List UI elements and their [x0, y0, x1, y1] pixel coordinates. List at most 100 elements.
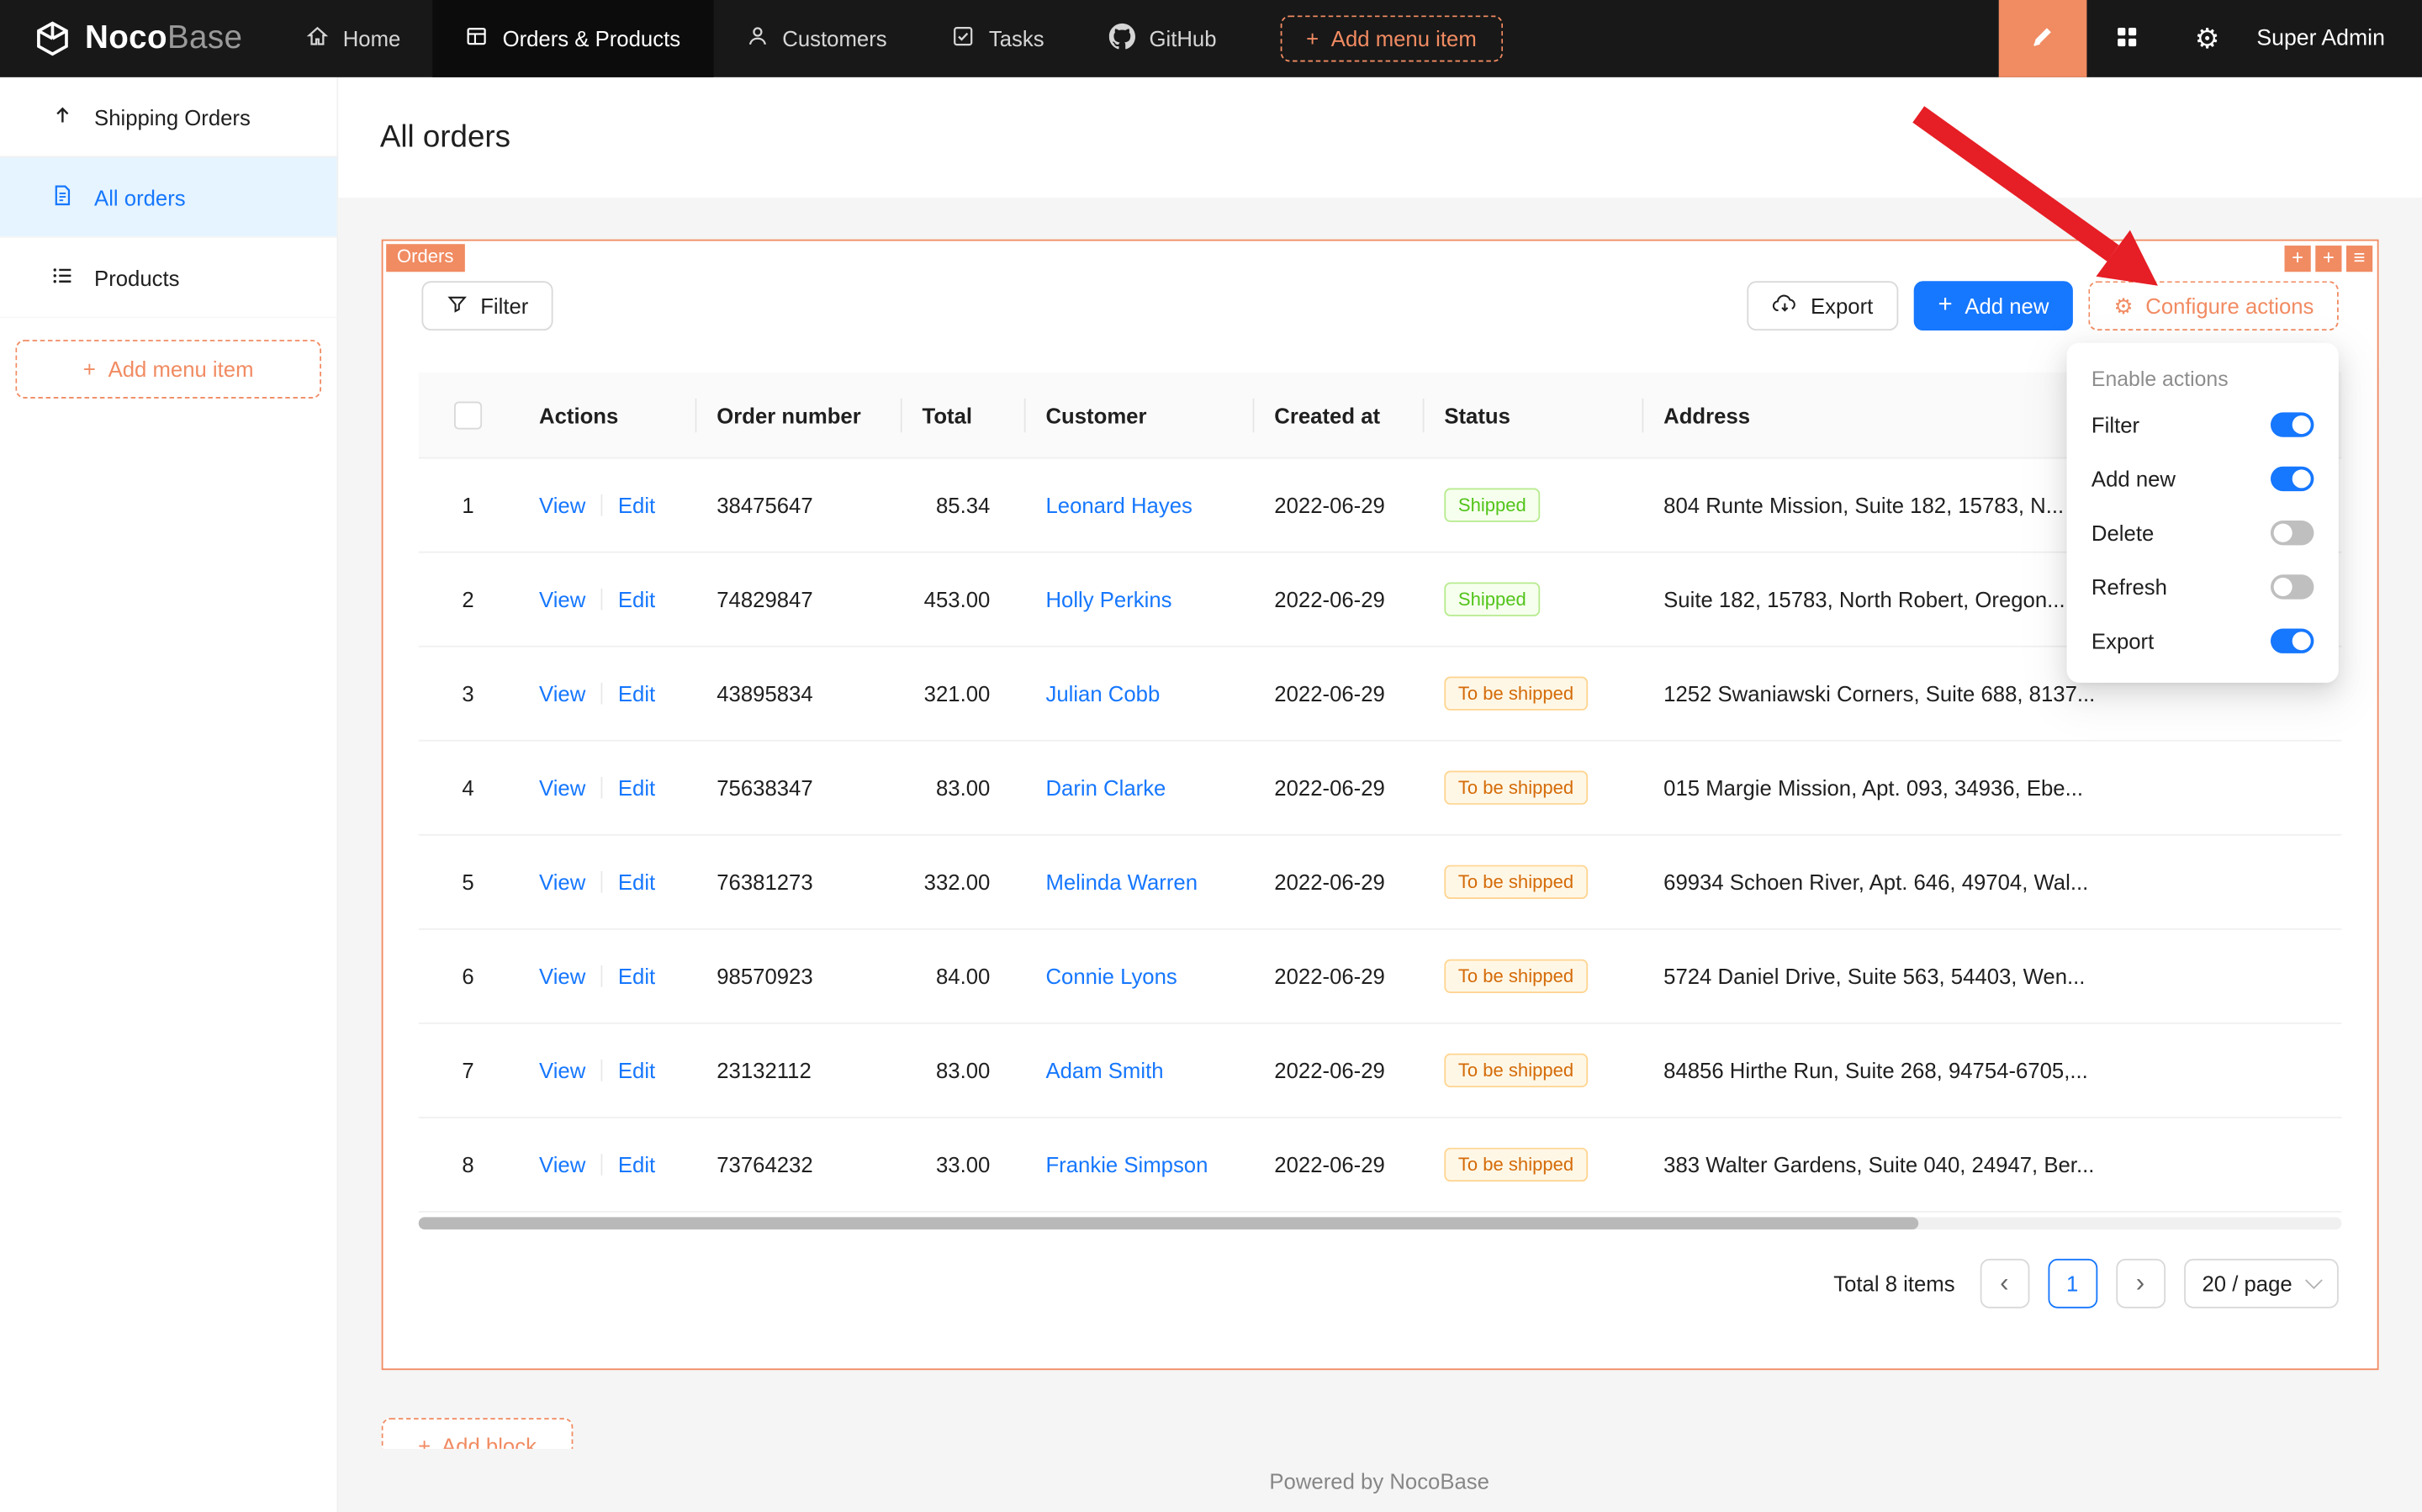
row-actions: View Edit	[517, 775, 695, 800]
edit-link[interactable]: Edit	[618, 493, 655, 517]
customer-cell: Melinda Warren	[1024, 870, 1253, 894]
dropdown-item-refresh[interactable]: Refresh	[2091, 559, 2314, 613]
customer-link[interactable]: Holly Perkins	[1045, 587, 1171, 611]
delete-toggle[interactable]	[2271, 520, 2314, 544]
created-at-cell: 2022-06-29	[1253, 681, 1423, 706]
status-badge: To be shipped	[1444, 960, 1587, 993]
page-1-button[interactable]: 1	[2048, 1259, 2097, 1308]
filter-toggle[interactable]	[2271, 411, 2314, 436]
drag-add-icon[interactable]: +	[2285, 246, 2311, 272]
view-link[interactable]: View	[539, 870, 585, 894]
status-badge: To be shipped	[1444, 771, 1587, 805]
customer-link[interactable]: Connie Lyons	[1045, 964, 1177, 988]
configure-actions-button[interactable]: ⚙ Configure actions	[2089, 281, 2339, 330]
status-badge: Shipped	[1444, 582, 1540, 616]
refresh-toggle[interactable]	[2271, 574, 2314, 598]
arrow-up-icon	[51, 103, 75, 130]
dropdown-item-add-new[interactable]: Add new	[2091, 451, 2314, 505]
nav-item-orders-products[interactable]: Orders & Products	[433, 0, 713, 77]
view-link[interactable]: View	[539, 964, 585, 988]
block-menu-icon[interactable]: ≡	[2346, 246, 2372, 272]
sidebar-item-shipping-orders[interactable]: Shipping Orders	[0, 77, 336, 158]
orders-doc-icon	[51, 183, 75, 211]
edit-link[interactable]: Edit	[618, 1152, 655, 1176]
nav-item-customers[interactable]: Customers	[713, 0, 920, 77]
list-icon	[51, 263, 75, 291]
github-icon	[1109, 24, 1135, 55]
sidebar-add-menu-item-button[interactable]: + Add menu item	[15, 340, 321, 399]
export-button[interactable]: Export	[1748, 281, 1898, 330]
add-block-icon[interactable]: +	[2315, 246, 2341, 272]
dropdown-item-export[interactable]: Export	[2091, 613, 2314, 667]
customer-link[interactable]: Julian Cobb	[1045, 681, 1160, 706]
order-number-cell: 73764232	[695, 1152, 901, 1176]
settings-button[interactable]: ⚙	[2167, 0, 2248, 77]
header-customer: Customer	[1024, 402, 1253, 426]
address-cell: 383 Walter Gardens, Suite 040, 24947, Be…	[1642, 1152, 2341, 1176]
row-index: 3	[419, 681, 518, 706]
customer-link[interactable]: Darin Clarke	[1045, 775, 1166, 800]
horizontal-scrollbar[interactable]	[419, 1217, 2342, 1229]
top-navbar: NocoBase Home Orders & Products Customer…	[0, 0, 2422, 77]
customer-link[interactable]: Leonard Hayes	[1045, 493, 1192, 517]
current-user-menu[interactable]: Super Admin	[2247, 26, 2422, 50]
view-link[interactable]: View	[539, 493, 585, 517]
pagination: Total 8 items ‹ 1 › 20 / page	[1833, 1259, 2339, 1308]
page-size-select[interactable]: 20 / page	[2183, 1259, 2338, 1308]
header-checkbox-cell	[419, 401, 518, 429]
add-new-button[interactable]: + Add new	[1913, 281, 2074, 330]
edit-link[interactable]: Edit	[618, 1058, 655, 1082]
row-actions: View Edit	[517, 1152, 695, 1176]
block-collection-tag: Orders	[386, 244, 464, 272]
dropdown-item-delete[interactable]: Delete	[2091, 505, 2314, 559]
view-link[interactable]: View	[539, 681, 585, 706]
status-cell: To be shipped	[1423, 960, 1642, 993]
status-cell: To be shipped	[1423, 865, 1642, 899]
orders-table-block: Orders + + ≡ Filter Export + Ad	[382, 240, 2379, 1370]
scrollbar-thumb[interactable]	[419, 1217, 1919, 1229]
plugin-manager-button[interactable]	[2086, 0, 2167, 77]
select-all-checkbox[interactable]	[454, 401, 482, 429]
customer-link[interactable]: Melinda Warren	[1045, 870, 1198, 894]
status-cell: To be shipped	[1423, 1054, 1642, 1087]
row-index: 1	[419, 493, 518, 517]
add-block-button[interactable]: + Add block	[382, 1418, 574, 1449]
address-cell: 015 Margie Mission, Apt. 093, 34936, Ebe…	[1642, 775, 2341, 800]
nav-item-tasks[interactable]: Tasks	[919, 0, 1076, 77]
filter-icon	[447, 293, 468, 319]
view-link[interactable]: View	[539, 587, 585, 611]
edit-link[interactable]: Edit	[618, 775, 655, 800]
customer-cell: Leonard Hayes	[1024, 493, 1253, 517]
sidebar-item-all-orders[interactable]: All orders	[0, 157, 336, 238]
view-link[interactable]: View	[539, 775, 585, 800]
table-row: 1 ViewEdit 38475647 85.34 Leonard Hayes …	[419, 459, 2342, 553]
nav-item-github[interactable]: GitHub	[1076, 0, 1249, 77]
divider	[601, 871, 603, 893]
nav-item-home[interactable]: Home	[273, 0, 433, 77]
created-at-cell: 2022-06-29	[1253, 1058, 1423, 1082]
status-cell: Shipped	[1423, 582, 1642, 616]
header-status: Status	[1423, 402, 1642, 426]
gear-icon: ⚙	[2114, 293, 2134, 319]
export-toggle[interactable]	[2271, 628, 2314, 653]
filter-button[interactable]: Filter	[421, 281, 553, 330]
view-link[interactable]: View	[539, 1152, 585, 1176]
created-at-cell: 2022-06-29	[1253, 870, 1423, 894]
powered-by-footer: Powered by NocoBase	[336, 1469, 2422, 1493]
ui-editor-button[interactable]	[1999, 0, 2087, 77]
customer-link[interactable]: Adam Smith	[1045, 1058, 1163, 1082]
nocobase-logo[interactable]: NocoBase	[0, 20, 273, 57]
divider	[601, 777, 603, 799]
edit-link[interactable]: Edit	[618, 681, 655, 706]
add-new-toggle[interactable]	[2271, 466, 2314, 490]
dropdown-item-filter[interactable]: Filter	[2091, 397, 2314, 451]
customer-link[interactable]: Frankie Simpson	[1045, 1152, 1208, 1176]
next-page-button[interactable]: ›	[2116, 1259, 2166, 1308]
prev-page-button[interactable]: ‹	[1980, 1259, 2029, 1308]
view-link[interactable]: View	[539, 1058, 585, 1082]
edit-link[interactable]: Edit	[618, 587, 655, 611]
sidebar-item-products[interactable]: Products	[0, 238, 336, 319]
edit-link[interactable]: Edit	[618, 964, 655, 988]
edit-link[interactable]: Edit	[618, 870, 655, 894]
navbar-add-menu-item-button[interactable]: + Add menu item	[1280, 15, 1503, 61]
